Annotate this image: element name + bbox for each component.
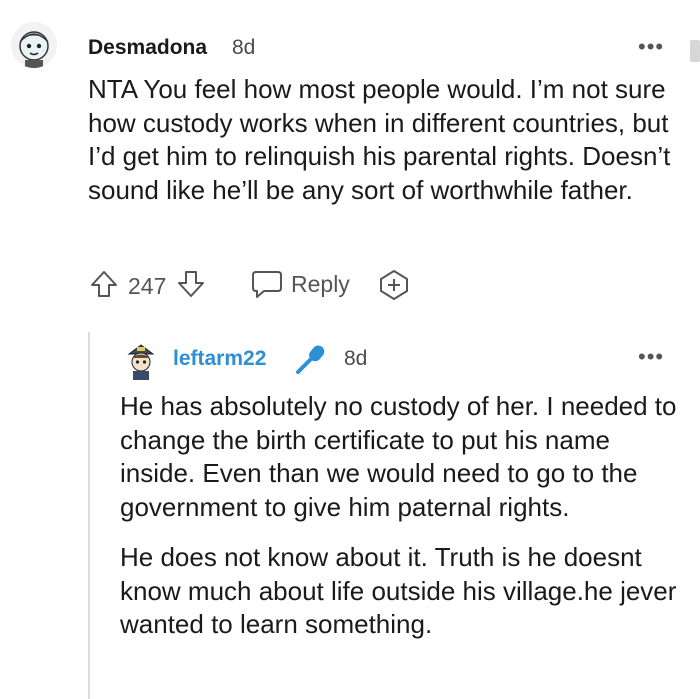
reply-paragraph-1: He has absolutely no custody of her. I n… — [120, 391, 677, 522]
reply-timestamp: 8d — [344, 347, 368, 370]
downvote-button[interactable] — [175, 268, 207, 300]
comment-timestamp: 8d — [232, 36, 256, 59]
arrow-down-icon — [178, 271, 204, 297]
reply-paragraph-2: He does not know about it. Truth is he d… — [120, 542, 677, 639]
award-button[interactable] — [377, 268, 411, 302]
avatar-image — [11, 22, 57, 68]
scrollbar-thumb[interactable] — [690, 40, 700, 62]
comment-text: NTA You feel how most people would. I’m … — [88, 74, 671, 205]
award-icon — [380, 270, 408, 300]
microphone-icon — [294, 342, 330, 381]
avatar-image — [127, 344, 155, 380]
comment-username[interactable]: Desmadona — [88, 36, 207, 60]
reply-avatar[interactable] — [123, 340, 159, 380]
speech-bubble-icon — [252, 271, 282, 298]
avatar[interactable] — [11, 22, 57, 68]
thread-line[interactable] — [88, 332, 90, 699]
comment-menu-button[interactable]: ••• — [638, 34, 664, 60]
reply-body: He has absolutely no custody of her. I n… — [120, 390, 680, 642]
reply-button[interactable]: Reply — [250, 268, 350, 300]
arrow-up-icon — [91, 271, 117, 297]
comment-body: NTA You feel how most people would. I’m … — [88, 73, 678, 207]
vote-count: 247 — [128, 273, 167, 299]
reply-username[interactable]: leftarm22 — [173, 347, 266, 371]
reply-label: Reply — [291, 270, 350, 297]
upvote-button[interactable] — [88, 268, 120, 300]
reply-menu-button[interactable]: ••• — [638, 344, 664, 370]
